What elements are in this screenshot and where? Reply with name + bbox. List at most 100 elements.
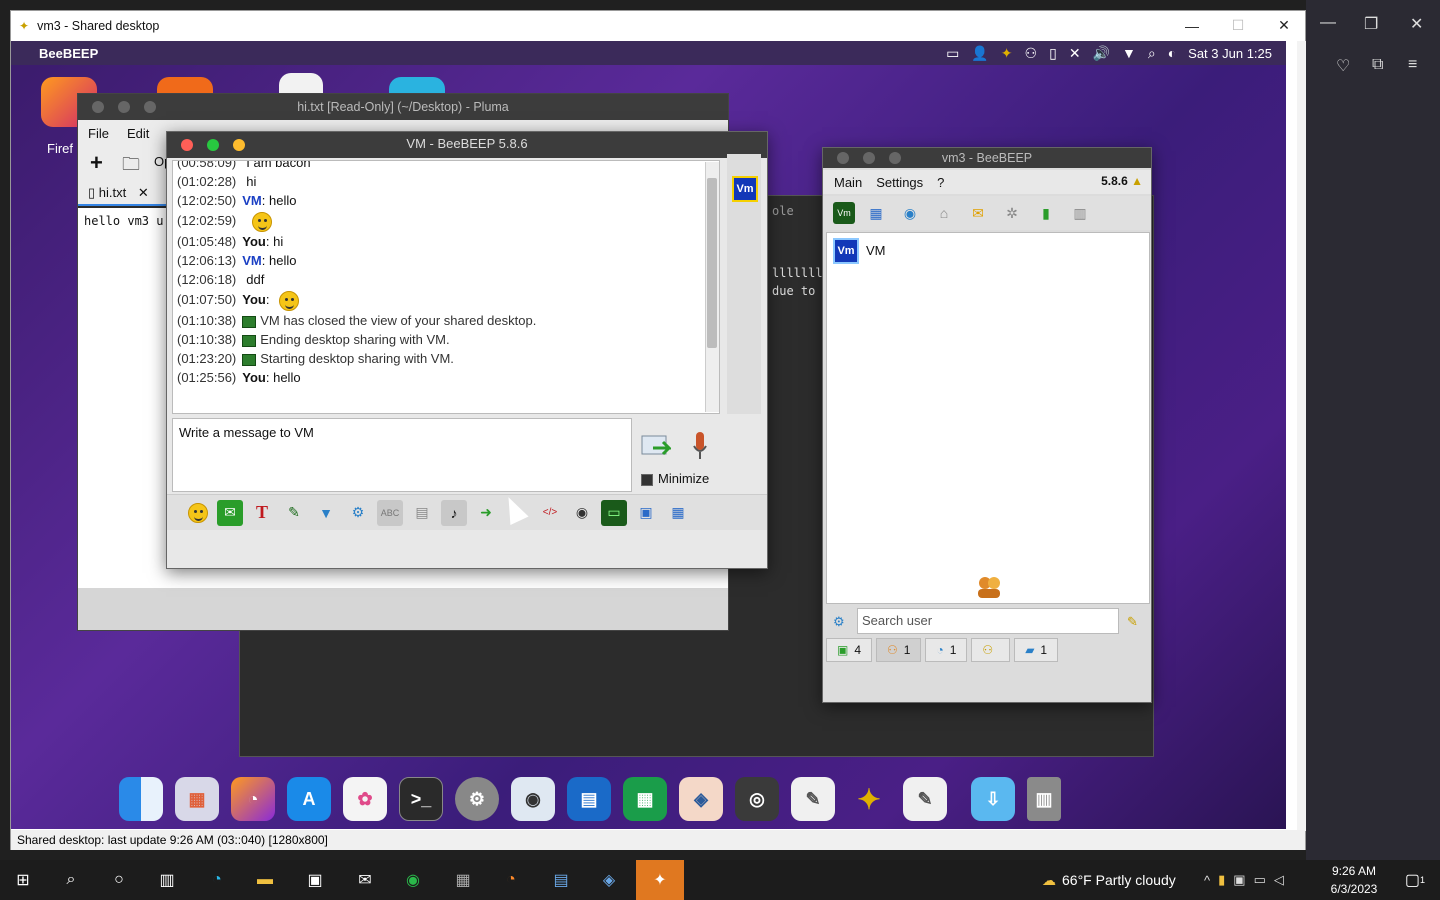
ulist-close-button[interactable]	[837, 152, 849, 164]
clipboard-icon[interactable]: ▯	[1049, 45, 1057, 62]
taskbar-clock[interactable]: 9:26 AM 6/3/2023	[1322, 862, 1386, 898]
tab-close-icon[interactable]: ✕	[138, 185, 149, 200]
open-folder-icon[interactable]: 🗀	[122, 152, 140, 182]
tape-recorder-icon[interactable]: ◎	[735, 777, 779, 821]
terminal-icon[interactable]: >_	[399, 777, 443, 821]
spellcheck-icon[interactable]: ABC	[377, 499, 403, 526]
user-icon[interactable]: 👤	[971, 45, 988, 62]
clear-search-icon[interactable]: ✎	[1127, 614, 1138, 630]
network-tray-icon[interactable]: ▭	[1254, 872, 1266, 888]
menu-settings[interactable]: Settings	[876, 175, 923, 190]
pluma-tab[interactable]: ▯ hi.txt ✕	[78, 180, 168, 206]
mute-icon[interactable]: ✕	[1069, 45, 1081, 62]
minimize-button[interactable]: —	[1169, 11, 1215, 40]
mail-taskbar-icon[interactable]: ✉	[342, 860, 388, 900]
spreadsheet-icon[interactable]: ▦	[623, 777, 667, 821]
search-icon[interactable]: ⌕	[1148, 45, 1156, 62]
tray-app-icon[interactable]: ▮	[1218, 872, 1225, 888]
side-minimize-icon[interactable]: —	[1320, 14, 1336, 32]
pluma-close-button[interactable]	[92, 101, 104, 113]
battery-icon[interactable]: ▭	[946, 45, 959, 62]
store-icon[interactable]: ▣	[292, 860, 338, 900]
minimize-checkbox[interactable]	[641, 474, 653, 486]
settings-gear-icon[interactable]: ⚙	[345, 500, 371, 526]
maximize-button[interactable]: ☐	[1215, 11, 1261, 40]
notifications-icon[interactable]: ▢ 1	[1392, 860, 1438, 900]
share-desktop-icon[interactable]: ▭	[601, 499, 627, 526]
system-preferences-icon[interactable]: ⚙	[455, 777, 499, 821]
chat-scroll-thumb[interactable]	[707, 178, 717, 348]
extensions-icon[interactable]: ⧉	[1372, 56, 1383, 74]
weather-widget[interactable]: ☁ 66°F Partly cloudy	[1042, 860, 1176, 900]
chat-log[interactable]: (00:58:09) I am bacon (01:02:28) hi (12:02:5…	[172, 160, 720, 414]
tab-files[interactable]: ▰ 1	[1014, 638, 1059, 662]
launchpad-icon[interactable]: ▦	[175, 777, 219, 821]
save-chat-icon[interactable]: ▣	[633, 500, 659, 526]
emoji-icon[interactable]	[185, 500, 211, 526]
finder-icon[interactable]	[119, 777, 163, 821]
microphone-icon[interactable]	[693, 432, 707, 460]
beebeep-dock-icon[interactable]: ✦	[847, 777, 891, 821]
task-view-icon[interactable]: ▥	[144, 860, 190, 900]
pluma-minimize-button[interactable]	[118, 101, 130, 113]
pocket-icon[interactable]: ♡	[1336, 56, 1350, 76]
downloads-folder-icon[interactable]: ⇩	[971, 777, 1015, 821]
menubar-clock[interactable]: Sat 3 Jun 1:25	[1188, 46, 1272, 61]
home-icon[interactable]: ⌂	[931, 200, 957, 226]
dictionary-icon[interactable]: ▤	[409, 500, 435, 526]
volume-icon[interactable]: 🔊	[1093, 45, 1110, 62]
color-icon[interactable]: ✎	[281, 500, 307, 526]
new-file-icon[interactable]: +	[90, 150, 103, 176]
screenshot-app-icon[interactable]: ◉	[511, 777, 555, 821]
contacts-icon[interactable]: ⚇	[1025, 45, 1038, 62]
music-icon[interactable]: ♪	[441, 499, 467, 526]
close-button[interactable]: ✕	[1261, 11, 1307, 40]
file-sharing-icon[interactable]: ▮	[1033, 200, 1059, 226]
beebeep-tray-icon[interactable]: ✦	[1001, 45, 1013, 62]
profile-icon[interactable]: ▦	[863, 200, 889, 226]
side-restore-icon[interactable]: ❐	[1364, 14, 1378, 34]
edit-message-icon[interactable]: ✉	[965, 200, 991, 226]
tab-groups[interactable]: ◔ 1	[925, 638, 968, 662]
chat-minimize-button[interactable]	[233, 139, 245, 151]
screenshot-icon[interactable]: ◉	[569, 500, 595, 526]
beebeep-taskbar-icon[interactable]: ✦	[636, 860, 684, 900]
wifi-dropdown-icon[interactable]: ▼	[1122, 45, 1136, 61]
user-name[interactable]: VM	[866, 243, 886, 258]
menu-help[interactable]: ?	[937, 175, 944, 190]
remote-desktop-taskbar-icon[interactable]: ▤	[538, 860, 584, 900]
clear-chat-icon[interactable]: ▦	[665, 500, 691, 526]
message-input[interactable]: Write a message to VM	[172, 418, 632, 492]
user-list-window[interactable]: vm3 - BeeBEEP Main Settings ? 5.8.6 ▲ Vm…	[822, 147, 1152, 703]
app-store-icon[interactable]: A	[287, 777, 331, 821]
image-viewer-icon[interactable]: ◈	[679, 777, 723, 821]
tab-group[interactable]: ⚇	[971, 638, 1011, 662]
user-list[interactable]: Vm VM	[826, 232, 1150, 604]
vm-taskbar-icon[interactable]: ▦	[440, 860, 486, 900]
menubar-app-name[interactable]: BeeBEEP	[39, 46, 98, 61]
tab-users[interactable]: ⚇ 1	[876, 638, 922, 662]
app-taskbar-icon[interactable]: ◉	[390, 860, 436, 900]
taskbar-search-icon[interactable]: ⌕	[48, 860, 94, 900]
ulist-minimize-button[interactable]	[863, 152, 875, 164]
side-close-icon[interactable]: ✕	[1410, 14, 1423, 34]
firefox-taskbar-icon[interactable]: ◔	[488, 860, 534, 900]
chat-maximize-button[interactable]	[207, 139, 219, 151]
tray-chevron-icon[interactable]: ^	[1204, 873, 1210, 888]
network-icon[interactable]: ◉	[897, 200, 923, 226]
trash-dock-icon[interactable]: ▥	[1027, 777, 1061, 821]
remote-desktop[interactable]: BeeBEEP ▭ 👤 ✦ ⚇ ▯ ✕ 🔊 ▼ ⌕ ◐ Sat 3 Jun 1:…	[11, 41, 1286, 829]
menu-main[interactable]: Main	[834, 175, 862, 190]
send-message-icon[interactable]	[641, 434, 673, 458]
edge-icon[interactable]: ◔	[194, 860, 240, 900]
font-icon[interactable]: T	[249, 500, 275, 526]
pluma-maximize-button[interactable]	[144, 101, 156, 113]
send-file-icon[interactable]: ➜	[473, 500, 499, 526]
firefox-icon[interactable]: ◔	[231, 777, 275, 821]
virtualbox-taskbar-icon[interactable]: ◈	[586, 860, 632, 900]
photos-icon[interactable]: ✿	[343, 777, 387, 821]
chat-close-button[interactable]	[181, 139, 193, 151]
trash-icon[interactable]: ▥	[1067, 200, 1093, 226]
control-center-icon[interactable]: ◐	[1168, 45, 1176, 61]
ulist-maximize-button[interactable]	[889, 152, 901, 164]
